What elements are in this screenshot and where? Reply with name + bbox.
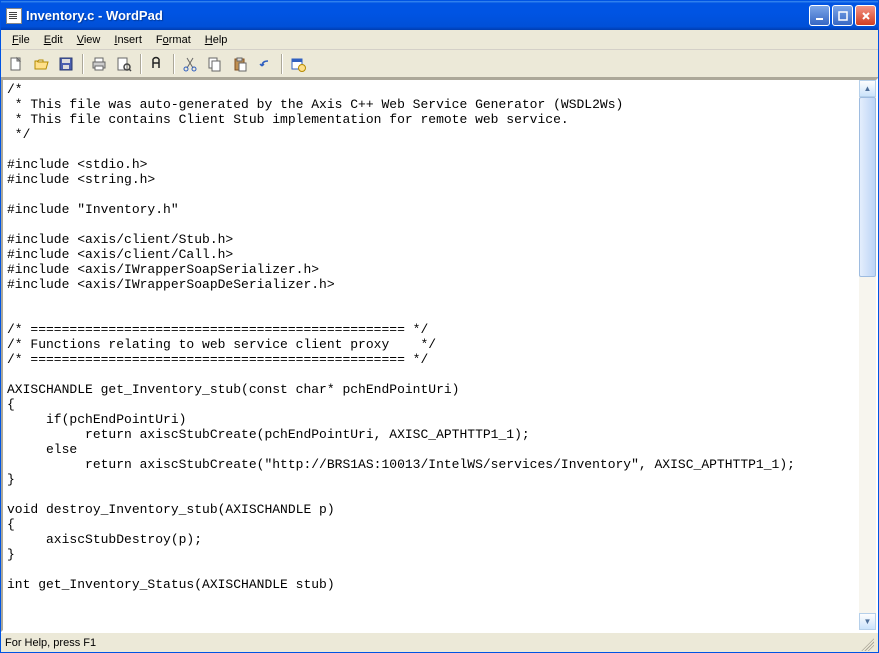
toolbar-separator	[140, 54, 141, 74]
scroll-down-button[interactable]: ▼	[859, 613, 876, 630]
window-title: Inventory.c - WordPad	[26, 8, 809, 23]
close-button[interactable]	[855, 5, 876, 26]
toolbar-separator	[281, 54, 282, 74]
save-button[interactable]	[55, 53, 77, 75]
toolbar-separator	[173, 54, 174, 74]
cut-icon	[182, 56, 198, 72]
text-editor[interactable]: /* * This file was auto-generated by the…	[3, 80, 859, 630]
editor-area: /* * This file was auto-generated by the…	[1, 78, 878, 632]
save-disk-icon	[58, 56, 74, 72]
maximize-button[interactable]	[832, 5, 853, 26]
toolbar	[1, 50, 878, 78]
open-button[interactable]	[30, 53, 52, 75]
print-button[interactable]	[88, 53, 110, 75]
window-controls	[809, 5, 876, 26]
cut-button[interactable]	[179, 53, 201, 75]
menu-format[interactable]: Format	[149, 32, 198, 48]
close-icon	[861, 11, 871, 21]
application-window: Inventory.c - WordPad File Edit View Ins…	[0, 0, 879, 653]
menu-insert[interactable]: Insert	[107, 32, 149, 48]
menu-view[interactable]: View	[70, 32, 108, 48]
status-text: For Help, press F1	[5, 637, 858, 649]
vertical-scrollbar[interactable]: ▲ ▼	[859, 80, 876, 630]
paste-button[interactable]	[229, 53, 251, 75]
find-button[interactable]	[146, 53, 168, 75]
print-icon	[91, 56, 107, 72]
datetime-button[interactable]	[287, 53, 309, 75]
insert-datetime-icon	[290, 56, 306, 72]
open-folder-icon	[33, 56, 49, 72]
titlebar[interactable]: Inventory.c - WordPad	[1, 1, 878, 30]
undo-icon	[257, 56, 273, 72]
new-button[interactable]	[5, 53, 27, 75]
print-preview-button[interactable]	[113, 53, 135, 75]
scroll-thumb[interactable]	[859, 97, 876, 277]
find-icon	[149, 56, 165, 72]
menu-help[interactable]: Help	[198, 32, 235, 48]
menu-edit[interactable]: Edit	[37, 32, 70, 48]
scroll-up-button[interactable]: ▲	[859, 80, 876, 97]
minimize-button[interactable]	[809, 5, 830, 26]
menubar: File Edit View Insert Format Help	[1, 30, 878, 50]
app-icon	[6, 8, 22, 24]
menu-file[interactable]: File	[5, 32, 37, 48]
maximize-icon	[838, 11, 848, 21]
resize-grip[interactable]	[858, 635, 874, 651]
print-preview-icon	[116, 56, 132, 72]
paste-icon	[232, 56, 248, 72]
toolbar-separator	[82, 54, 83, 74]
copy-button[interactable]	[204, 53, 226, 75]
minimize-icon	[815, 11, 825, 21]
undo-button[interactable]	[254, 53, 276, 75]
scroll-track[interactable]	[859, 97, 876, 613]
statusbar: For Help, press F1	[1, 632, 878, 652]
new-file-icon	[8, 56, 24, 72]
copy-icon	[207, 56, 223, 72]
